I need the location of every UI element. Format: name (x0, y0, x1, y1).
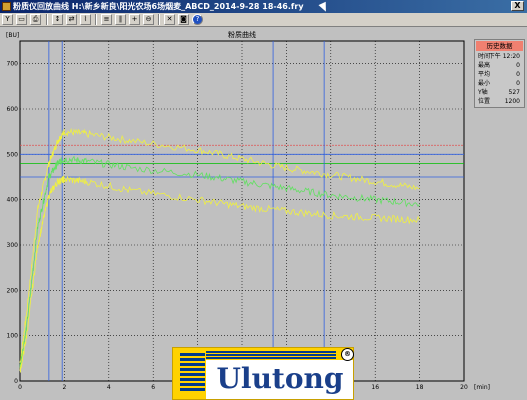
stat-label: 平均 (478, 71, 491, 78)
ulutong-logo: Ulutong (172, 347, 354, 400)
stat-value: 下午 12:20 (488, 53, 520, 60)
x-axis-label: [min] (474, 384, 490, 391)
zoom-out-icon[interactable]: ⊖ (143, 14, 154, 25)
stat-row-max: 最高 0 (478, 62, 522, 70)
logo-text: Ulutong (216, 362, 344, 395)
y-tick-label: 200 (7, 287, 19, 294)
marker-b-icon[interactable]: ⇄ (66, 14, 77, 25)
y-axis-label: [BU] (6, 32, 19, 39)
y-tick-label: 100 (7, 333, 19, 340)
stat-row-min: 最小 0 (478, 80, 522, 88)
y-tick-label: 500 (7, 151, 19, 158)
zoom-in-icon[interactable]: + (129, 14, 140, 25)
chart-area: 024681012141618200100200300400500600700[… (6, 30, 490, 391)
column-icon[interactable]: ∥ (115, 14, 126, 25)
x-tick-label: 16 (371, 384, 379, 391)
stat-label: Y轴 (478, 89, 488, 96)
history-panel-title: 历史数据 (476, 41, 523, 51)
history-panel: 历史数据 时间 下午 12:20 最高 0 平均 0 最小 0 Y轴 527 位… (474, 39, 525, 108)
stat-row-yaxis: Y轴 527 (478, 89, 522, 97)
app-icon (2, 2, 11, 11)
grid-icon[interactable]: ≡ (101, 14, 112, 25)
toolbar-separator (95, 14, 97, 25)
x-tick-label: 2 (62, 384, 66, 391)
tools-icon[interactable]: ✕ (164, 14, 175, 25)
x-tick-label: 4 (107, 384, 111, 391)
filter-icon[interactable]: Y (2, 14, 13, 25)
title-bar: 粉质仪回放曲线 H:\新乡新良\阳光农场6场烟麦_ABCD_2014-9-28 … (0, 0, 527, 14)
mouse-cursor-icon (318, 1, 330, 14)
toolbar: Y ▭ ⎙ ↕ ⇄ ⌇ ≡ ∥ + ⊖ ✕ ◙? (0, 13, 527, 27)
camera-icon[interactable]: ◙ (178, 14, 189, 25)
stat-label: 最高 (478, 62, 491, 69)
x-tick-label: 6 (151, 384, 155, 391)
y-tick-label: 600 (7, 106, 19, 113)
logo-bars (206, 351, 336, 360)
help-icon[interactable]: ? (192, 14, 203, 25)
y-tick-label: 400 (7, 197, 19, 204)
toolbar-separator (158, 14, 160, 25)
print-icon[interactable]: ⎙ (30, 14, 41, 25)
y-tick-label: 300 (7, 242, 19, 249)
stat-value: 0 (516, 80, 520, 87)
stat-label: 位置 (478, 98, 491, 105)
stat-value: 1200 (504, 98, 520, 105)
chart-title: 粉质曲线 (228, 30, 256, 39)
logo-stripes (180, 353, 205, 395)
x-tick-label: 0 (18, 384, 22, 391)
stat-value: 0 (516, 71, 520, 78)
toolbar-separator (46, 14, 48, 25)
stat-label: 最小 (478, 80, 491, 87)
stat-row-position: 位置 1200 (478, 98, 522, 106)
x-tick-label: 18 (416, 384, 424, 391)
open-file-icon[interactable]: ▭ (16, 14, 27, 25)
marker-a-icon[interactable]: ↕ (52, 14, 63, 25)
stat-row-avg: 平均 0 (478, 71, 522, 79)
stat-value: 527 (508, 89, 520, 96)
stat-row-time: 时间 下午 12:20 (478, 53, 522, 61)
x-tick-label: 20 (460, 384, 468, 391)
y-tick-label: 700 (7, 61, 19, 68)
close-button[interactable]: X (511, 1, 524, 11)
window-title: 粉质仪回放曲线 H:\新乡新良\阳光农场6场烟麦_ABCD_2014-9-28 … (13, 2, 304, 11)
stat-value: 0 (516, 62, 520, 69)
registered-mark: ® (341, 348, 354, 361)
chart-icon[interactable]: ⌇ (80, 14, 91, 25)
y-tick-label: 0 (14, 378, 18, 385)
